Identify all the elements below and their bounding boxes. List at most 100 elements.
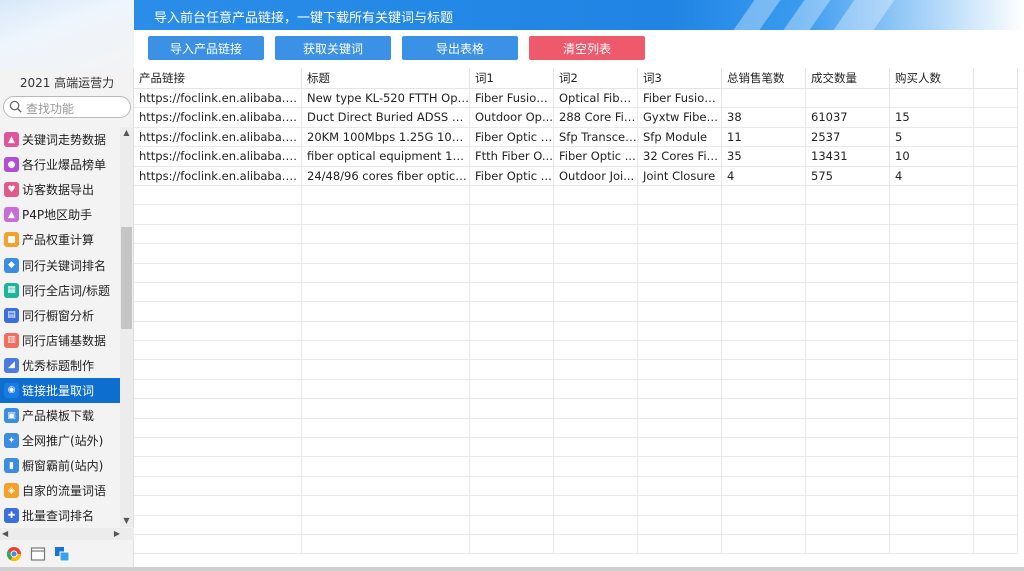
table-cell[interactable]: Fiber Fusion ... (638, 89, 722, 109)
table-cell[interactable] (806, 224, 890, 245)
table-cell[interactable] (890, 244, 974, 264)
table-cell[interactable] (890, 205, 974, 225)
table-cell[interactable] (974, 302, 1018, 322)
table-row[interactable] (134, 379, 1018, 400)
table-cell[interactable] (638, 205, 722, 225)
table-cell[interactable] (302, 476, 470, 497)
table-cell[interactable] (638, 244, 722, 264)
table-cell[interactable] (302, 496, 470, 516)
table-row[interactable] (134, 302, 1018, 322)
sidebar-item[interactable]: ● 各行业爆品榜单 (0, 152, 120, 177)
table-cell[interactable] (890, 534, 974, 555)
table-cell[interactable]: Joint Closure (638, 166, 722, 186)
table-cell[interactable] (134, 515, 302, 535)
table-cell[interactable] (302, 534, 470, 555)
table-cell[interactable] (302, 321, 470, 342)
sidebar-item[interactable]: ▲ 关键词走势数据 (0, 127, 120, 152)
table-cell[interactable] (470, 438, 554, 458)
table-cell[interactable]: 575 (806, 166, 890, 186)
table-cell[interactable] (470, 399, 554, 419)
table-cell[interactable] (134, 457, 302, 477)
column-header[interactable]: 词3 (638, 68, 722, 89)
table-cell[interactable] (554, 302, 638, 322)
import-links-button[interactable]: 导入产品链接 (148, 36, 264, 60)
table-cell[interactable] (722, 185, 806, 206)
table-cell[interactable] (470, 282, 554, 303)
table-cell[interactable] (974, 108, 1018, 128)
table-row[interactable] (134, 438, 1018, 458)
sidebar-item[interactable]: ✚ 批量查词排名 (0, 503, 120, 528)
table-cell[interactable] (554, 418, 638, 439)
table-cell[interactable] (722, 224, 806, 245)
table-cell[interactable] (890, 399, 974, 419)
table-cell[interactable] (302, 379, 470, 400)
table-cell[interactable] (722, 534, 806, 555)
table-cell[interactable] (134, 185, 302, 206)
table-row[interactable]: https://foclink.en.alibaba.com...New typ… (134, 89, 1018, 109)
table-cell[interactable] (806, 418, 890, 439)
table-cell[interactable]: Fiber Fusion ... (470, 89, 554, 109)
table-cell[interactable] (302, 185, 470, 206)
table-cell[interactable] (722, 321, 806, 342)
table-cell[interactable] (134, 476, 302, 497)
table-cell[interactable]: https://foclink.en.alibaba.com... (134, 166, 302, 186)
table-cell[interactable] (974, 515, 1018, 535)
table-cell[interactable]: 35 (722, 147, 806, 167)
table-cell[interactable] (890, 263, 974, 283)
table-cell[interactable]: 20KM 100Mbps 1.25G 10G ... (302, 127, 470, 148)
table-cell[interactable] (302, 244, 470, 264)
table-cell[interactable] (638, 379, 722, 400)
table-cell[interactable] (974, 341, 1018, 361)
table-cell[interactable] (974, 476, 1018, 497)
table-cell[interactable] (134, 244, 302, 264)
table-cell[interactable] (806, 476, 890, 497)
table-row[interactable] (134, 476, 1018, 497)
table-cell[interactable] (974, 263, 1018, 283)
table-row[interactable] (134, 341, 1018, 361)
table-cell[interactable] (638, 515, 722, 535)
table-cell[interactable] (470, 515, 554, 535)
table-cell[interactable] (806, 244, 890, 264)
table-row[interactable] (134, 321, 1018, 342)
table-cell[interactable] (806, 438, 890, 458)
table-cell[interactable] (974, 185, 1018, 206)
table-cell[interactable] (890, 496, 974, 516)
table-cell[interactable] (134, 438, 302, 458)
table-cell[interactable] (470, 418, 554, 439)
sidebar-item[interactable]: ♥ 访客数据导出 (0, 177, 120, 202)
table-cell[interactable] (890, 224, 974, 245)
table-cell[interactable]: Duct Direct Buried ADSS GY... (302, 108, 470, 128)
table-cell[interactable]: 4 (890, 166, 974, 186)
table-cell[interactable] (554, 263, 638, 283)
table-cell[interactable] (554, 399, 638, 419)
table-cell[interactable] (470, 302, 554, 322)
column-header[interactable]: 成交数量 (806, 68, 890, 89)
table-cell[interactable]: 4 (722, 166, 806, 186)
sidebar-item[interactable]: ▤ 同行橱窗分析 (0, 303, 120, 328)
sidebar-item[interactable]: ◆ 同行关键词排名 (0, 252, 120, 277)
table-cell[interactable]: Outdoor Op... (470, 108, 554, 128)
table-cell[interactable] (806, 89, 890, 109)
table-cell[interactable] (722, 418, 806, 439)
table-cell[interactable]: New type KL-520 FTTH Opti... (302, 89, 470, 109)
column-header[interactable]: 总销售笔数 (722, 68, 806, 89)
table-cell[interactable] (722, 282, 806, 303)
table-row[interactable]: https://foclink.en.alibaba.com...Duct Di… (134, 108, 1018, 128)
table-cell[interactable]: 24/48/96 cores fiber optic d... (302, 166, 470, 186)
table-cell[interactable] (470, 244, 554, 264)
table-cell[interactable] (638, 341, 722, 361)
sidebar-item[interactable]: ▣ 产品模板下载 (0, 403, 120, 428)
table-cell[interactable] (134, 360, 302, 380)
table-cell[interactable]: 5 (890, 127, 974, 148)
table-cell[interactable] (974, 399, 1018, 419)
table-cell[interactable] (722, 244, 806, 264)
table-cell[interactable] (974, 534, 1018, 555)
table-row[interactable] (134, 205, 1018, 225)
table-cell[interactable] (806, 263, 890, 283)
table-row[interactable] (134, 244, 1018, 264)
table-cell[interactable]: fiber optical equipment 16 3... (302, 147, 470, 167)
table-cell[interactable]: 38 (722, 108, 806, 128)
table-cell[interactable] (806, 205, 890, 225)
table-cell[interactable] (134, 418, 302, 439)
table-cell[interactable] (890, 457, 974, 477)
